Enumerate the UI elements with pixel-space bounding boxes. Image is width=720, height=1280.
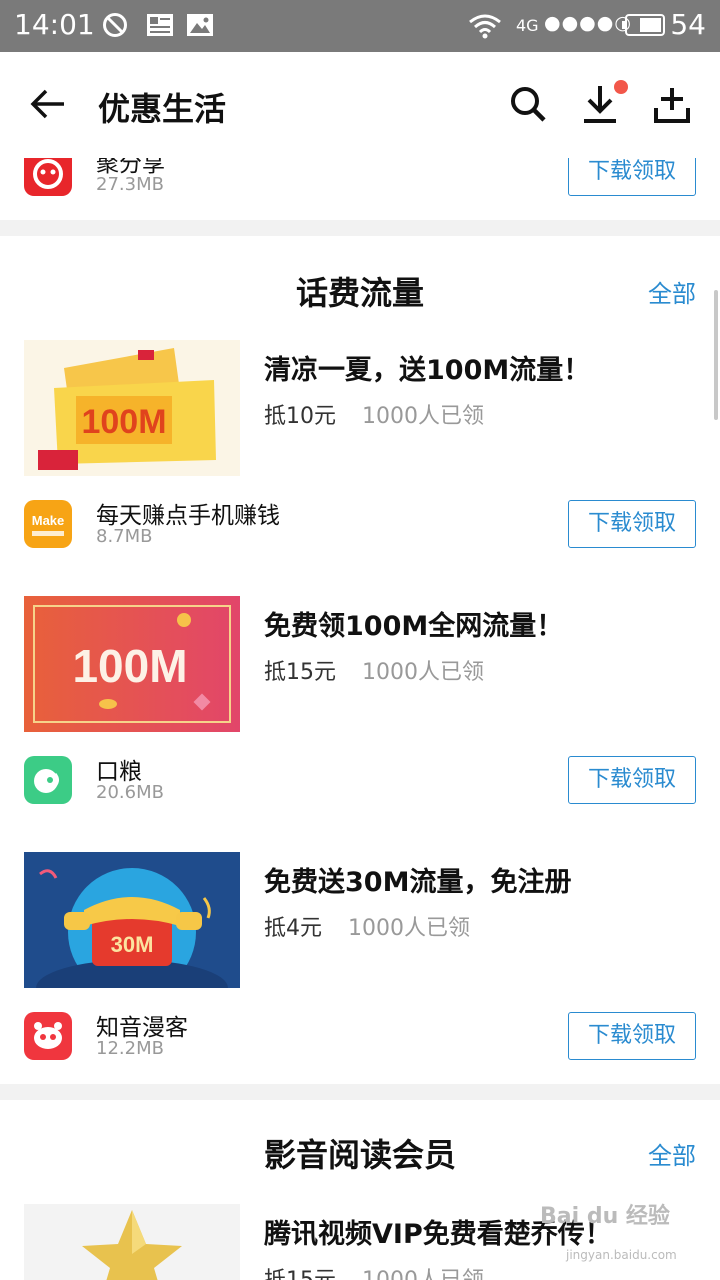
app-size: 12.2MB	[96, 1038, 164, 1059]
section-title: 影音阅读会员	[263, 1136, 456, 1174]
promo-price: 抵15元	[264, 1262, 336, 1280]
promo-claimed-count: 1000人已领	[362, 660, 484, 685]
promo-title[interactable]: 清凉一夏，送100M流量！	[264, 348, 590, 387]
promo-banner[interactable]	[24, 1204, 240, 1280]
app-icon-meitianzhuandian[interactable]: Make	[24, 500, 72, 548]
view-all-link[interactable]: 全部	[648, 1136, 696, 1171]
download-claim-button[interactable]: 下载领取	[568, 1012, 696, 1060]
promo-title[interactable]: 免费领100M全网流量！	[264, 604, 563, 643]
app-icon-jufenxiang[interactable]	[24, 158, 72, 196]
download-claim-button[interactable]: 下载领取	[568, 158, 696, 196]
promo-banner[interactable]: 30M	[24, 852, 240, 988]
scrollbar[interactable]	[714, 290, 718, 420]
upload-icon[interactable]	[650, 82, 694, 126]
watermark-logo: Bai du 经验	[540, 1204, 670, 1229]
download-claim-button[interactable]: 下载领取	[568, 500, 696, 548]
view-all-link[interactable]: 全部	[648, 274, 696, 309]
app-bar: 优惠生活	[0, 52, 720, 158]
promo-price: 抵10元	[264, 404, 336, 429]
app-size: 27.3MB	[96, 174, 164, 195]
news-icon	[147, 14, 173, 36]
page-title: 优惠生活	[98, 90, 227, 128]
promo-banner[interactable]: 100M	[24, 596, 240, 732]
banner-text: 100M	[81, 403, 166, 441]
battery-icon	[622, 14, 665, 36]
promo-banner[interactable]: 100M	[24, 340, 240, 476]
app-size: 20.6MB	[96, 782, 164, 803]
promo-claimed-count: 1000人已领	[362, 1262, 484, 1280]
promo-price: 抵15元	[264, 660, 336, 685]
banner-text: 100M	[72, 640, 187, 692]
watermark-url: jingyan.baidu.com	[566, 1248, 677, 1262]
wifi-icon	[469, 14, 501, 39]
search-icon[interactable]	[506, 82, 550, 126]
network-type: 4G	[516, 16, 539, 35]
app-size: 8.7MB	[96, 526, 153, 547]
section-data-topup: 话费流量 全部 100M 清凉一夏，送100M流量！ 抵10元 1000人已领 …	[0, 236, 720, 1084]
status-time: 14:01	[14, 8, 95, 41]
app-icon-zhiyinmanke[interactable]	[24, 1012, 72, 1060]
gallery-icon	[187, 14, 213, 36]
promo-claimed-count: 1000人已领	[348, 916, 470, 941]
promo-price: 抵4元	[264, 916, 322, 941]
download-claim-button[interactable]: 下载领取	[568, 756, 696, 804]
app-name: 知音漫客	[96, 1015, 188, 1041]
app-icon-kouliang[interactable]	[24, 756, 72, 804]
battery-level: 54	[670, 8, 706, 41]
section-title: 话费流量	[295, 274, 424, 312]
notification-dot	[614, 80, 628, 94]
promo-title[interactable]: 免费送30M流量，免注册	[264, 860, 571, 899]
app-name: 每天赚点手机赚钱	[96, 503, 280, 529]
app-name: 口粮	[96, 759, 142, 785]
do-not-disturb-icon	[103, 13, 127, 37]
promo-claimed-count: 1000人已领	[362, 404, 484, 429]
app-icon-text: Make	[32, 513, 65, 528]
status-bar: 14:01 4G ●●●●○ 54	[0, 0, 720, 52]
signal-strength: ●●●●○	[544, 12, 632, 34]
banner-text: 30M	[111, 932, 154, 957]
back-arrow-icon[interactable]	[26, 82, 70, 126]
partial-app-card: 聚分享 27.3MB 下载领取	[0, 158, 720, 220]
